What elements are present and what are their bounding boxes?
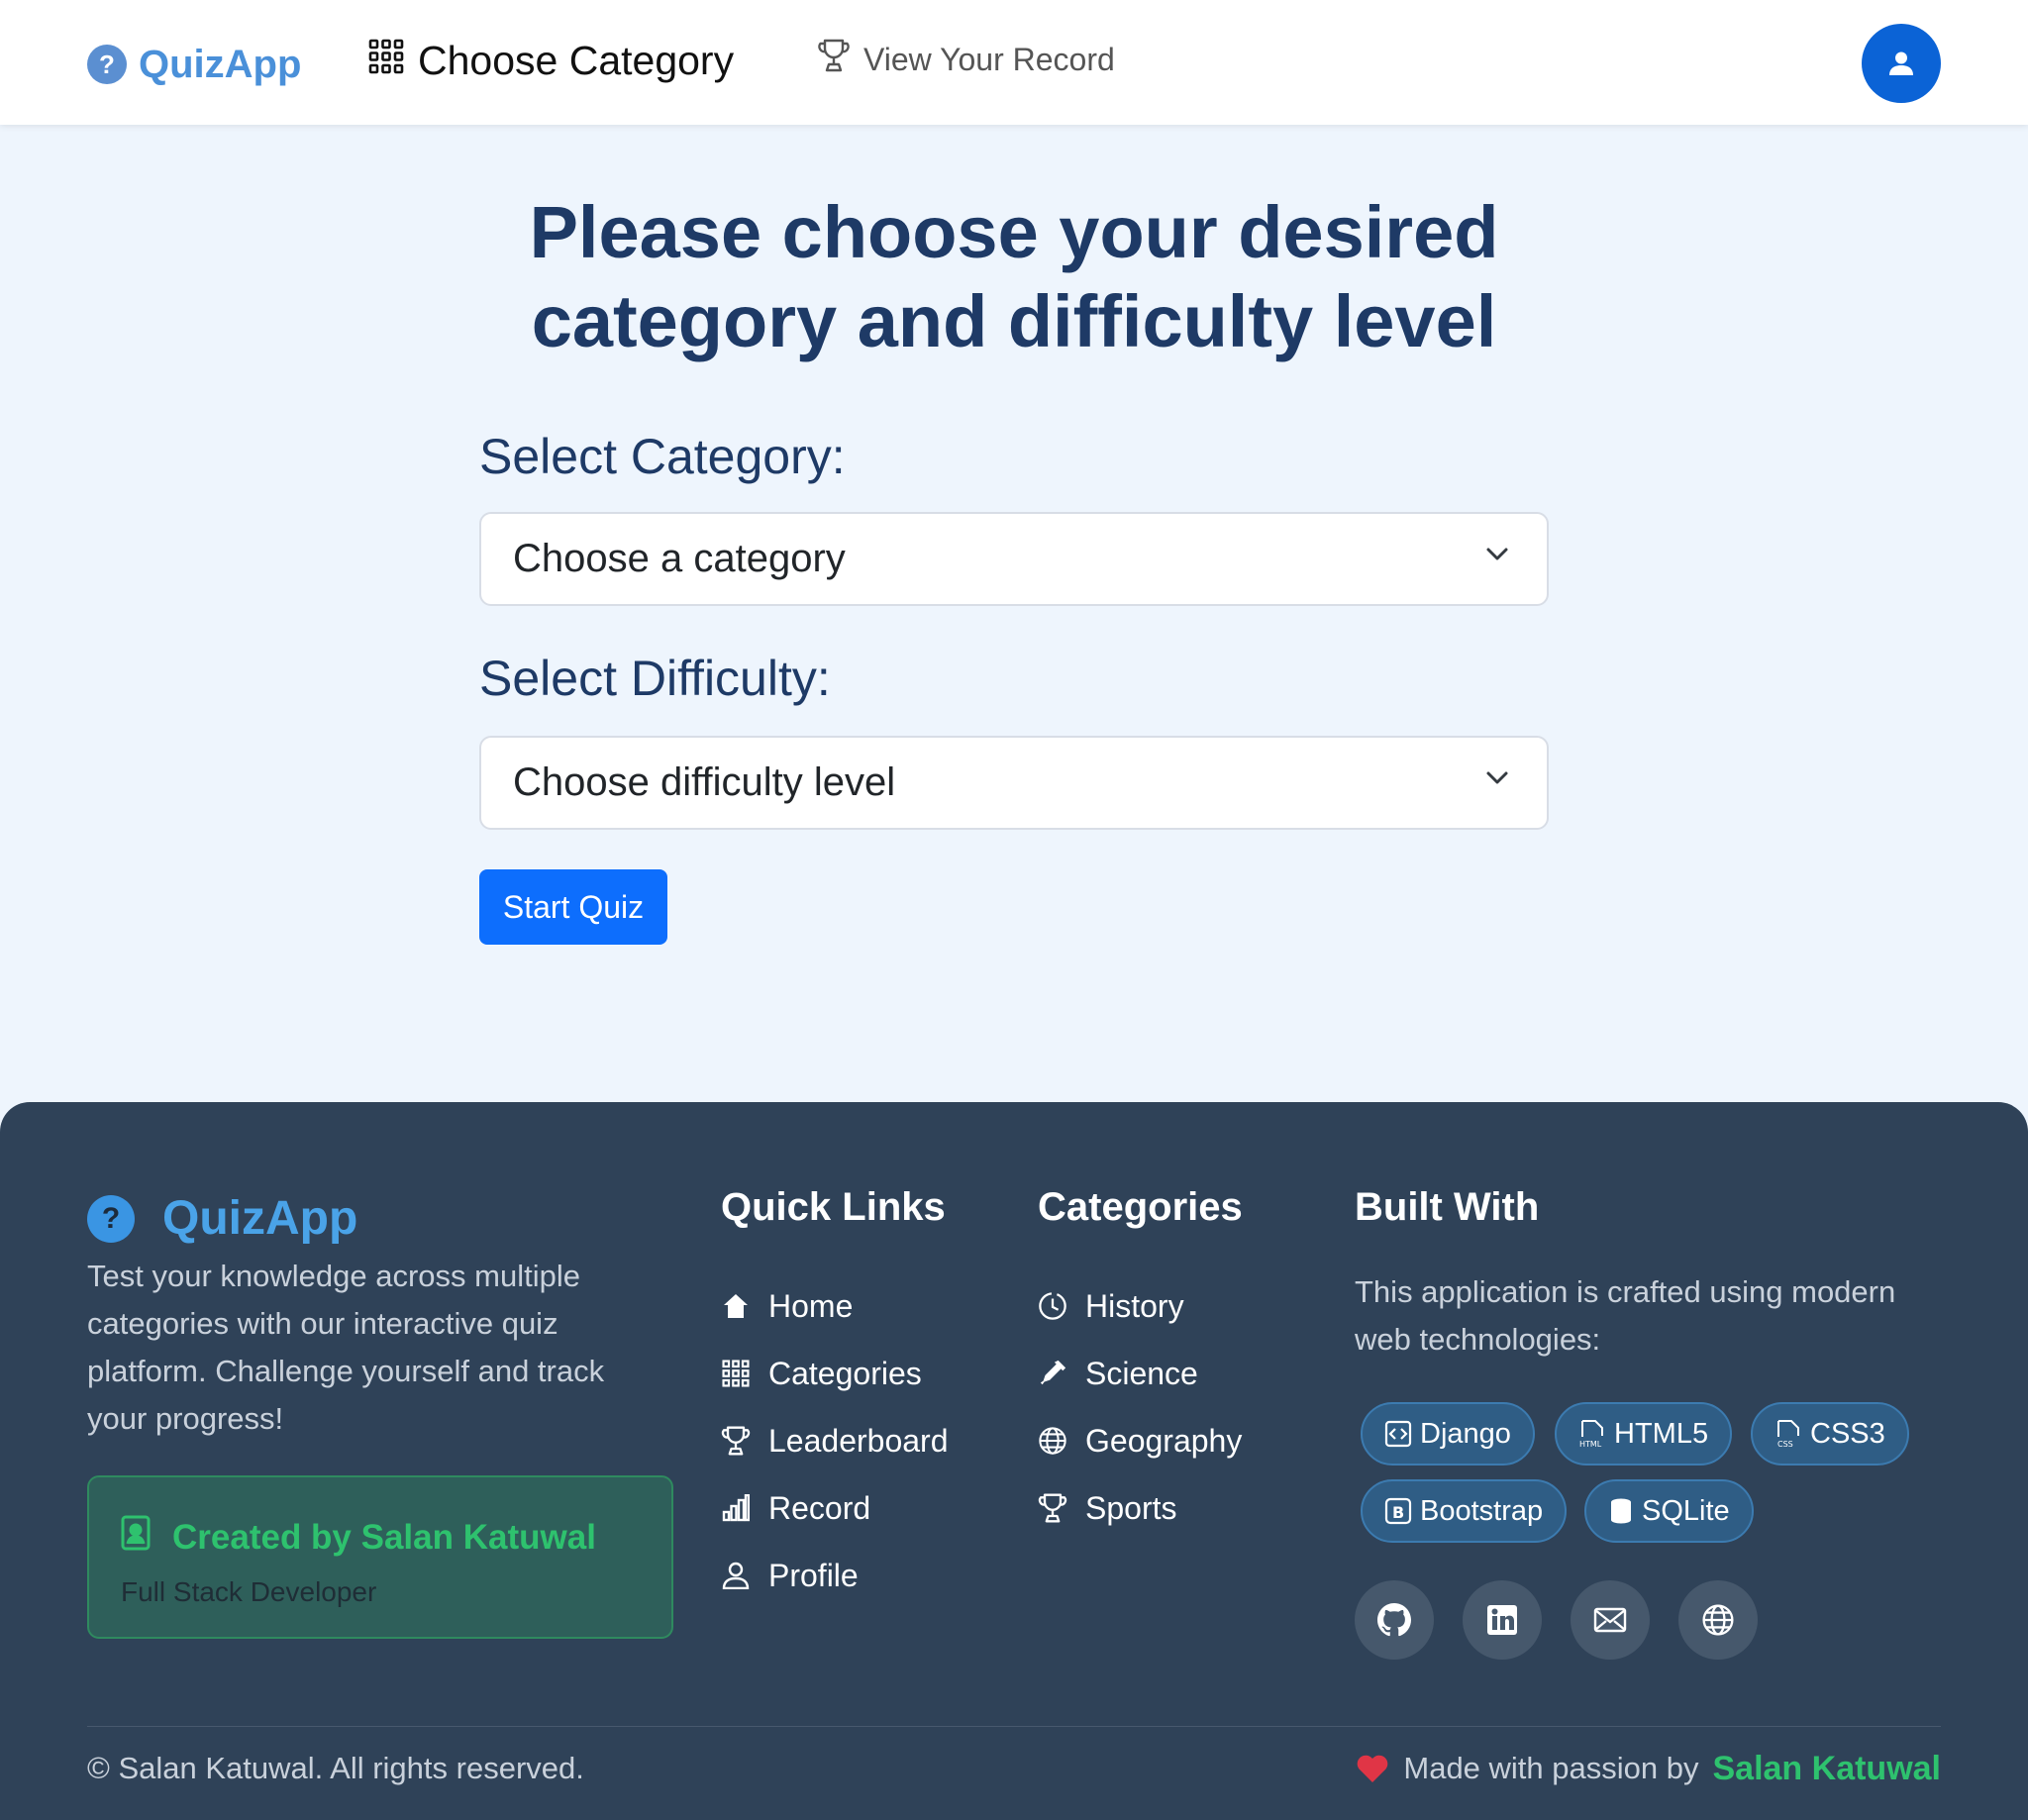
page-title: Please choose your desired category and … xyxy=(529,191,1499,362)
quick-link-home[interactable]: Home xyxy=(721,1272,948,1340)
github-button[interactable] xyxy=(1355,1580,1434,1660)
quick-link-record[interactable]: Record xyxy=(721,1474,948,1542)
nav-choose-category[interactable]: Choose Category xyxy=(368,38,734,84)
quick-link-profile[interactable]: Profile xyxy=(721,1542,948,1609)
file-html-icon: HTML xyxy=(1579,1420,1603,1449)
svg-text:B: B xyxy=(1392,1503,1404,1522)
bar-chart-icon xyxy=(721,1494,751,1522)
category-link-label: Science xyxy=(1085,1355,1198,1391)
category-link-label: Geography xyxy=(1085,1422,1243,1459)
creator-card: Created by Salan Katuwal Full Stack Deve… xyxy=(87,1475,673,1639)
quick-link-label: Profile xyxy=(768,1557,859,1593)
brand-name: QuizApp xyxy=(139,42,302,86)
tech-badge-css3: CSS CSS3 xyxy=(1751,1402,1909,1466)
tech-badge-bootstrap: B Bootstrap xyxy=(1361,1479,1568,1543)
category-link-history[interactable]: History xyxy=(1038,1272,1242,1340)
category-link-label: History xyxy=(1085,1287,1184,1324)
nav-view-record-label: View Your Record xyxy=(863,41,1115,77)
tech-badge-html5: HTML HTML5 xyxy=(1555,1402,1733,1466)
bootstrap-icon: B xyxy=(1384,1497,1412,1525)
creator-title-text: Created by Salan Katuwal xyxy=(172,1517,596,1557)
categories-list: History Science Geography Sports xyxy=(1038,1272,1242,1542)
creator-role: Full Stack Developer xyxy=(121,1576,377,1607)
footer-brand[interactable]: ? QuizApp xyxy=(87,1191,357,1246)
svg-text:HTML: HTML xyxy=(1579,1440,1602,1449)
category-link-science[interactable]: Science xyxy=(1038,1340,1242,1407)
pipette-icon xyxy=(1038,1358,1067,1389)
quick-links-list: Home Categories Leaderboard Record Profi… xyxy=(721,1272,948,1609)
globe-icon xyxy=(1702,1604,1734,1636)
creator-title: Created by Salan Katuwal xyxy=(121,1515,596,1560)
footer-brand-name: QuizApp xyxy=(162,1192,358,1245)
made-by-author[interactable]: Salan Katuwal xyxy=(1712,1750,1941,1788)
brand-link[interactable]: ? QuizApp xyxy=(87,40,301,89)
heart-icon xyxy=(1358,1755,1388,1782)
difficulty-select[interactable]: Choose difficulty level xyxy=(479,736,1549,830)
quick-link-label: Home xyxy=(768,1287,854,1324)
categories-title: Categories xyxy=(1038,1185,1243,1229)
quick-link-leaderboard[interactable]: Leaderboard xyxy=(721,1407,948,1474)
tech-badge-label: HTML5 xyxy=(1614,1417,1709,1450)
difficulty-label: Select Difficulty: xyxy=(479,651,831,706)
navbar: ? QuizApp Choose Category View Your Reco… xyxy=(0,0,2028,125)
start-quiz-button[interactable]: Start Quiz xyxy=(479,869,667,945)
built-with-title: Built With xyxy=(1355,1185,1540,1229)
github-icon xyxy=(1377,1603,1411,1637)
person-icon xyxy=(1889,51,1913,75)
footer-description: Test your knowledge across multiple cate… xyxy=(87,1259,605,1436)
tech-badge-label: CSS3 xyxy=(1810,1417,1885,1450)
trophy-icon xyxy=(721,1425,751,1457)
grid-icon xyxy=(721,1360,751,1387)
tech-badge-label: SQLite xyxy=(1642,1494,1730,1527)
category-link-geography[interactable]: Geography xyxy=(1038,1407,1242,1474)
tech-badge-label: Bootstrap xyxy=(1420,1494,1544,1527)
linkedin-icon xyxy=(1487,1605,1517,1635)
built-with-description: This application is crafted using modern… xyxy=(1355,1274,1896,1357)
category-link-label: Sports xyxy=(1085,1489,1177,1526)
globe-icon xyxy=(1038,1425,1067,1457)
made-with-passion: Made with passion by Salan Katuwal xyxy=(1356,1736,1941,1801)
user-avatar-button[interactable] xyxy=(1862,24,1941,103)
file-css-icon: CSS xyxy=(1777,1420,1799,1449)
copyright-text: © Salan Katuwal. All rights reserved. xyxy=(87,1751,584,1785)
person-icon xyxy=(721,1562,751,1589)
code-square-icon xyxy=(1384,1420,1412,1448)
category-link-sports[interactable]: Sports xyxy=(1038,1474,1242,1542)
footer-divider xyxy=(87,1726,1941,1727)
footer: ? QuizApp Test your knowledge across mul… xyxy=(0,1102,2028,1820)
quick-link-categories[interactable]: Categories xyxy=(721,1340,948,1407)
house-icon xyxy=(721,1292,751,1320)
linkedin-button[interactable] xyxy=(1463,1580,1542,1660)
trophy-icon xyxy=(1038,1492,1067,1524)
tech-badge-sqlite: SQLite xyxy=(1584,1479,1754,1543)
question-circle-icon: ? xyxy=(87,45,127,84)
database-icon xyxy=(1611,1498,1631,1524)
category-label: Select Category: xyxy=(479,429,846,484)
envelope-icon xyxy=(1593,1607,1627,1633)
tech-badge-django: Django xyxy=(1361,1402,1535,1466)
nav-view-record[interactable]: View Your Record xyxy=(818,38,1115,81)
chevron-down-icon xyxy=(1486,548,1508,560)
category-select[interactable]: Choose a category xyxy=(479,512,1549,606)
email-button[interactable] xyxy=(1571,1580,1650,1660)
category-select-value: Choose a category xyxy=(513,537,846,580)
difficulty-select-value: Choose difficulty level xyxy=(513,760,896,804)
quick-link-label: Record xyxy=(768,1489,871,1526)
question-circle-icon: ? xyxy=(87,1194,135,1243)
trophy-icon xyxy=(818,38,850,81)
person-badge-icon xyxy=(121,1515,151,1560)
clock-icon xyxy=(1038,1290,1067,1322)
chevron-down-icon xyxy=(1486,771,1508,784)
quick-link-label: Leaderboard xyxy=(768,1422,949,1459)
quick-links-title: Quick Links xyxy=(721,1185,946,1229)
quick-link-label: Categories xyxy=(768,1355,922,1391)
website-button[interactable] xyxy=(1678,1580,1758,1660)
made-with-text: Made with passion by xyxy=(1403,1751,1699,1785)
tech-badge-label: Django xyxy=(1420,1417,1511,1450)
grid-icon xyxy=(368,38,404,84)
svg-text:CSS: CSS xyxy=(1777,1440,1793,1449)
nav-choose-category-label: Choose Category xyxy=(418,38,735,83)
